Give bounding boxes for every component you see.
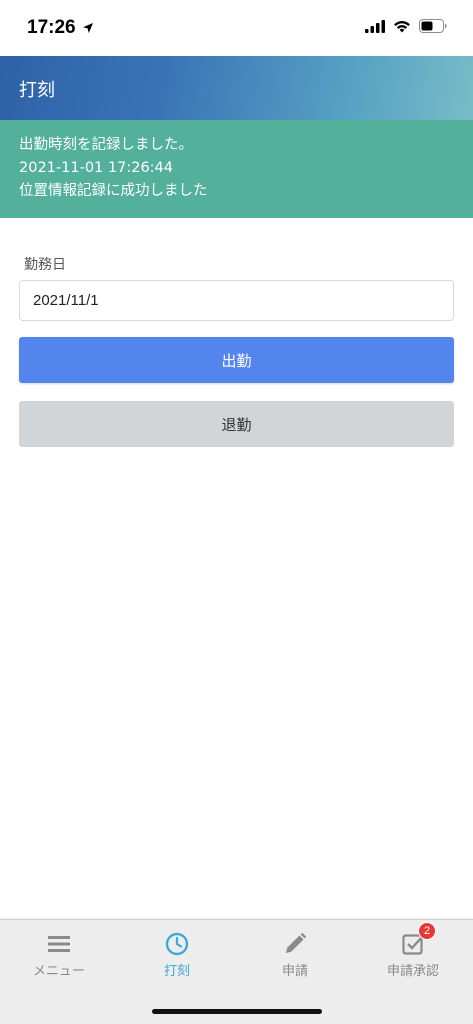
tab-approval[interactable]: 2 申請承認 <box>354 920 472 984</box>
tab-clock[interactable]: 打刻 <box>118 920 236 984</box>
app-header: 打刻 <box>0 56 473 120</box>
menu-icon <box>48 936 70 952</box>
status-indicators <box>365 19 447 33</box>
tab-application-icon-wrap <box>283 932 307 956</box>
location-arrow-icon <box>82 23 93 33</box>
approval-count-badge: 2 <box>418 922 436 940</box>
work-date-label: 勤務日 <box>24 257 66 273</box>
tab-menu[interactable]: メニュー <box>0 920 118 984</box>
battery-icon <box>419 19 447 33</box>
status-time-group: 17:26 <box>27 17 94 39</box>
notice-line-timestamp: 2021-11-01 17:26:44 <box>19 160 173 176</box>
tab-application-label: 申請 <box>281 964 308 979</box>
page-title: 打刻 <box>19 80 55 101</box>
work-date-field[interactable] <box>19 280 454 321</box>
success-notice: 出勤時刻を記録しました。 2021-11-01 17:26:44 位置情報記録に… <box>0 120 473 218</box>
tab-clock-label: 打刻 <box>163 964 190 979</box>
tab-approval-icon-wrap: 2 <box>401 922 436 956</box>
tab-approval-label: 申請承認 <box>386 964 439 979</box>
notice-line-clock-in-recorded: 出勤時刻を記録しました。 <box>19 137 193 153</box>
clock-out-button[interactable]: 退勤 <box>19 401 454 447</box>
tab-clock-icon-wrap <box>165 932 189 956</box>
pencil-icon <box>286 932 307 953</box>
app-screen: 17:26 打刻 出勤時刻を記録しました。 2021-11-01 17:26:4… <box>0 0 473 1024</box>
tab-application[interactable]: 申請 <box>236 920 354 984</box>
wifi-icon <box>394 20 410 32</box>
status-bar: 17:26 <box>0 0 473 56</box>
tab-menu-icon-wrap <box>47 932 71 956</box>
tab-menu-label: メニュー <box>32 964 85 979</box>
clock-icon <box>165 932 189 956</box>
clock-in-button[interactable]: 出勤 <box>19 337 454 383</box>
notice-line-location-recorded: 位置情報記録に成功しました <box>19 183 208 199</box>
status-time: 17:26 <box>27 17 76 38</box>
cellular-signal-icon <box>365 19 385 33</box>
home-indicator <box>152 1009 322 1014</box>
